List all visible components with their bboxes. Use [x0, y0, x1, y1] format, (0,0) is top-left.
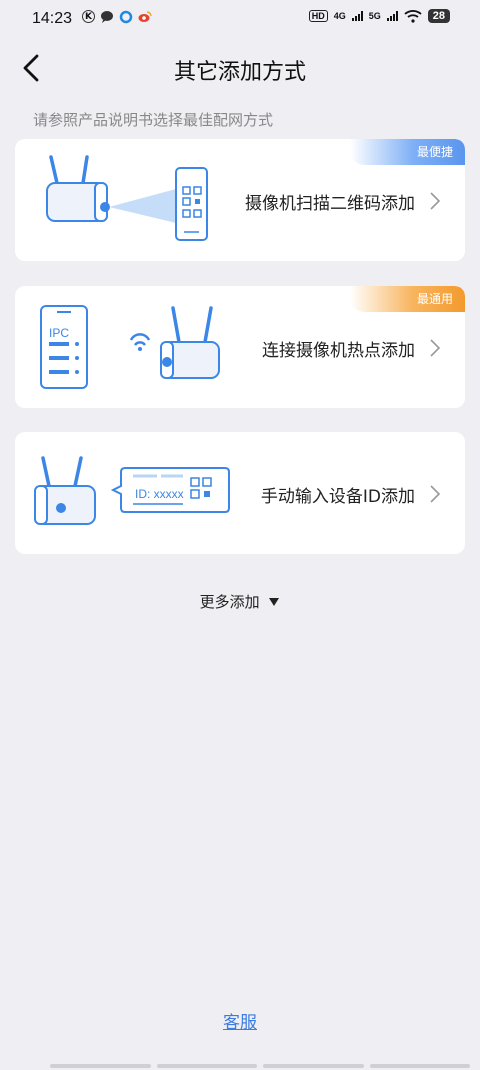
gesture-bar [50, 1064, 470, 1068]
more-add-label: 更多添加 [199, 593, 260, 611]
badge-most-convenient: 最便捷 [350, 139, 465, 165]
chevron-right-icon [430, 192, 441, 210]
chevron-right-icon [430, 339, 441, 357]
id-placeholder-text: ID: xxxxx [135, 487, 184, 501]
k-app-icon: K [82, 10, 95, 23]
badge-most-universal: 最通用 [350, 286, 465, 312]
status-time: 14:23 [32, 10, 73, 27]
notification-icons: K [82, 10, 152, 24]
wifi-icon [404, 10, 422, 23]
network-4g: 4G [333, 11, 346, 21]
option-label: 连接摄像机热点添加 [262, 341, 415, 361]
option-scan-qr[interactable]: 最便捷 摄像机扫描二维码添加 [15, 139, 465, 261]
caret-down-icon [269, 598, 280, 606]
hd-icon: HD [308, 10, 328, 22]
status-bar: 14:23 K HD 4G 5G 28 [0, 0, 480, 38]
chat-icon [100, 10, 114, 24]
option-label: 摄像机扫描二维码添加 [245, 194, 415, 214]
signal-icon-2 [386, 11, 398, 21]
more-add-button[interactable]: 更多添加 [0, 591, 480, 612]
browser-icon [119, 10, 133, 24]
customer-service-link[interactable]: 客服 [0, 1008, 480, 1033]
option-manual-id[interactable]: ID: xxxxx 手动输入设备ID添加 [15, 432, 465, 554]
phone-hotspot-camera-illustration [40, 305, 220, 389]
option-hotspot[interactable]: 最通用 IPC 连接摄像机热点添加 [15, 286, 465, 408]
camera-manual-id-illustration [34, 456, 230, 525]
option-label: 手动输入设备ID添加 [260, 487, 415, 507]
network-5g: 5G [368, 11, 381, 21]
phone-ipc-text: IPC [49, 326, 70, 340]
status-right: HD 4G 5G 28 [308, 9, 450, 23]
weibo-icon [138, 10, 152, 24]
battery-indicator: 28 [427, 9, 450, 23]
page-title: 其它添加方式 [173, 60, 306, 85]
camera-scan-qr-illustration [46, 155, 208, 241]
header: 其它添加方式 [0, 38, 480, 100]
signal-icon [351, 11, 363, 21]
hint-text: 请参照产品说明书选择最佳配网方式 [33, 111, 274, 129]
chevron-right-icon [430, 485, 441, 503]
